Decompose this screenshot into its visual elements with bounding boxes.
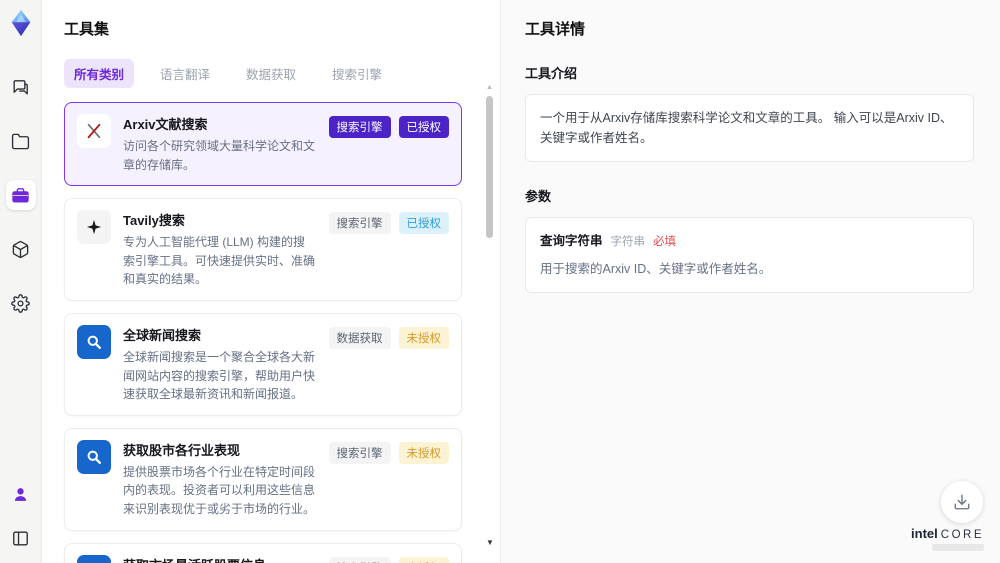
intro-heading: 工具介绍 [525,66,578,81]
param-desc: 用于搜索的Arxiv ID、关键字或作者姓名。 [540,262,772,277]
chat-icon[interactable] [6,72,36,102]
detail-title: 工具详情 [525,21,586,38]
scrollbar[interactable]: ▲ ▼ [485,70,495,549]
tool-list-panel: 工具集 所有类别 语言翻译 数据获取 搜索引擎 Arxiv文献搜索 访问各个研究领域大… [42,0,500,563]
brand-watermark [932,544,984,551]
news-icon [77,324,111,359]
sidebar-bottom [6,479,36,553]
tool-detail-panel: 工具详情 工具介绍 一个用于从Arxiv存储库搜索科学论文和文章的工具。 输入可… [500,0,1000,563]
tool-name: Tavily搜索 [123,213,185,229]
intro-text: 一个用于从Arxiv存储库搜索科学论文和文章的工具。 输入可以是Arxiv ID… [540,111,953,145]
category-badge: 搜索引擎 [328,556,391,563]
scroll-up-icon[interactable]: ▲ [486,84,493,91]
app-window: 工具集 所有类别 语言翻译 数据获取 搜索引擎 Arxiv文献搜索 访问各个研究领域大… [0,0,1000,563]
category-tab-3[interactable]: 搜索引擎 [322,59,392,88]
auth-status-badge: 未授权 [398,326,449,349]
params-heading: 参数 [525,189,552,204]
param-name: 查询字符串 [540,234,603,248]
arxiv-icon [77,114,111,148]
param-type: 字符串 [610,236,646,248]
auth-status-badge: 未授权 [398,441,449,464]
tool-card[interactable]: Arxiv文献搜索 访问各个研究领域大量科学论文和文章的存储库。 搜索引擎 已授… [64,102,462,187]
toolbox-icon[interactable] [5,180,36,210]
scrollbar-thumb[interactable] [486,96,493,238]
auth-status-badge: 已授权 [398,212,449,235]
download-button[interactable] [941,481,983,523]
scroll-down-icon[interactable]: ▼ [486,539,494,547]
panel-toggle-icon[interactable] [6,523,36,553]
tool-card[interactable]: 获取股市各行业表现 提供股票市场各个行业在特定时间段内的表现。投资者可以利用这些… [64,427,462,531]
news-icon [77,554,111,563]
page-title: 工具集 [64,21,110,38]
news-icon [77,439,111,474]
tool-name: Arxiv文献搜索 [123,117,208,132]
category-tab-2[interactable]: 数据获取 [236,59,306,88]
cube-icon[interactable] [6,234,36,264]
tool-badges: 搜索引擎 已授权 [328,114,449,174]
folder-icon[interactable] [6,126,36,156]
download-icon [954,494,970,510]
tool-name: 获取市场最活跃股票信息 [123,555,317,563]
tool-card[interactable]: 获取市场最活跃股票信息 提供当天交易量最高的股票列表，投资者可以利用这些信息来识… [64,542,462,563]
tool-badges: 数据获取 未授权 [328,325,449,404]
param-required-badge: 必填 [653,236,677,248]
tool-card[interactable]: 全球新闻搜索 全球新闻搜索是一个聚合全球各大新闻网站内容的搜索引擎，帮助用户快速… [64,312,462,416]
intel-core-logo: intel core [911,526,984,551]
category-tabs: 所有类别 语言翻译 数据获取 搜索引擎 [64,59,476,88]
tool-description: 全球新闻搜索是一个聚合全球各大新闻网站内容的搜索引擎，帮助用户快速获取全球最新资… [123,349,316,402]
tool-card[interactable]: Tavily搜索 专为人工智能代理 (LLM) 构建的搜索引擎工具。可快速提供实… [64,198,462,301]
tool-name: 全球新闻搜索 [123,327,202,343]
tool-name: 获取股市各行业表现 [123,442,241,458]
app-logo-icon[interactable] [6,8,36,38]
param-head: 查询字符串 字符串 必填 [540,231,959,251]
user-avatar-icon[interactable] [6,479,36,509]
tool-badges: 搜索引擎 已授权 [328,210,449,289]
category-badge: 搜索引擎 [328,116,391,138]
tool-badges: 搜索引擎 未授权 [328,440,449,519]
category-tab-1[interactable]: 语言翻译 [150,59,220,88]
category-badge: 搜索引擎 [328,441,391,464]
tool-description: 专为人工智能代理 (LLM) 构建的搜索引擎工具。可快速提供实时、准确和真实的结… [123,235,316,287]
tool-description: 访问各个研究领域大量科学论文和文章的存储库。 [123,139,316,172]
brand-core: core [940,529,984,541]
category-badge: 数据获取 [328,326,391,349]
param-box: 查询字符串 字符串 必填 用于搜索的Arxiv ID、关键字或作者姓名。 [525,217,974,294]
tool-badges: 搜索引擎 未授权 [328,555,449,563]
category-badge: 搜索引擎 [328,212,391,235]
category-tab-0[interactable]: 所有类别 [64,59,135,88]
sidebar-rail [0,0,42,563]
tool-list: Arxiv文献搜索 访问各个研究领域大量科学论文和文章的存储库。 搜索引擎 已授… [64,102,476,563]
sparkle-icon [77,210,111,245]
auth-status-badge: 未授权 [398,556,449,563]
settings-gear-icon[interactable] [6,288,36,318]
tool-description: 提供股票市场各个行业在特定时间段内的表现。投资者可以利用这些信息来识别表现优于或… [123,464,316,516]
auth-status-badge: 已授权 [398,116,449,138]
brand-intel: intel [911,526,938,541]
intro-box: 一个用于从Arxiv存储库搜索科学论文和文章的工具。 输入可以是Arxiv ID… [525,94,974,162]
sidebar-nav [5,72,36,318]
